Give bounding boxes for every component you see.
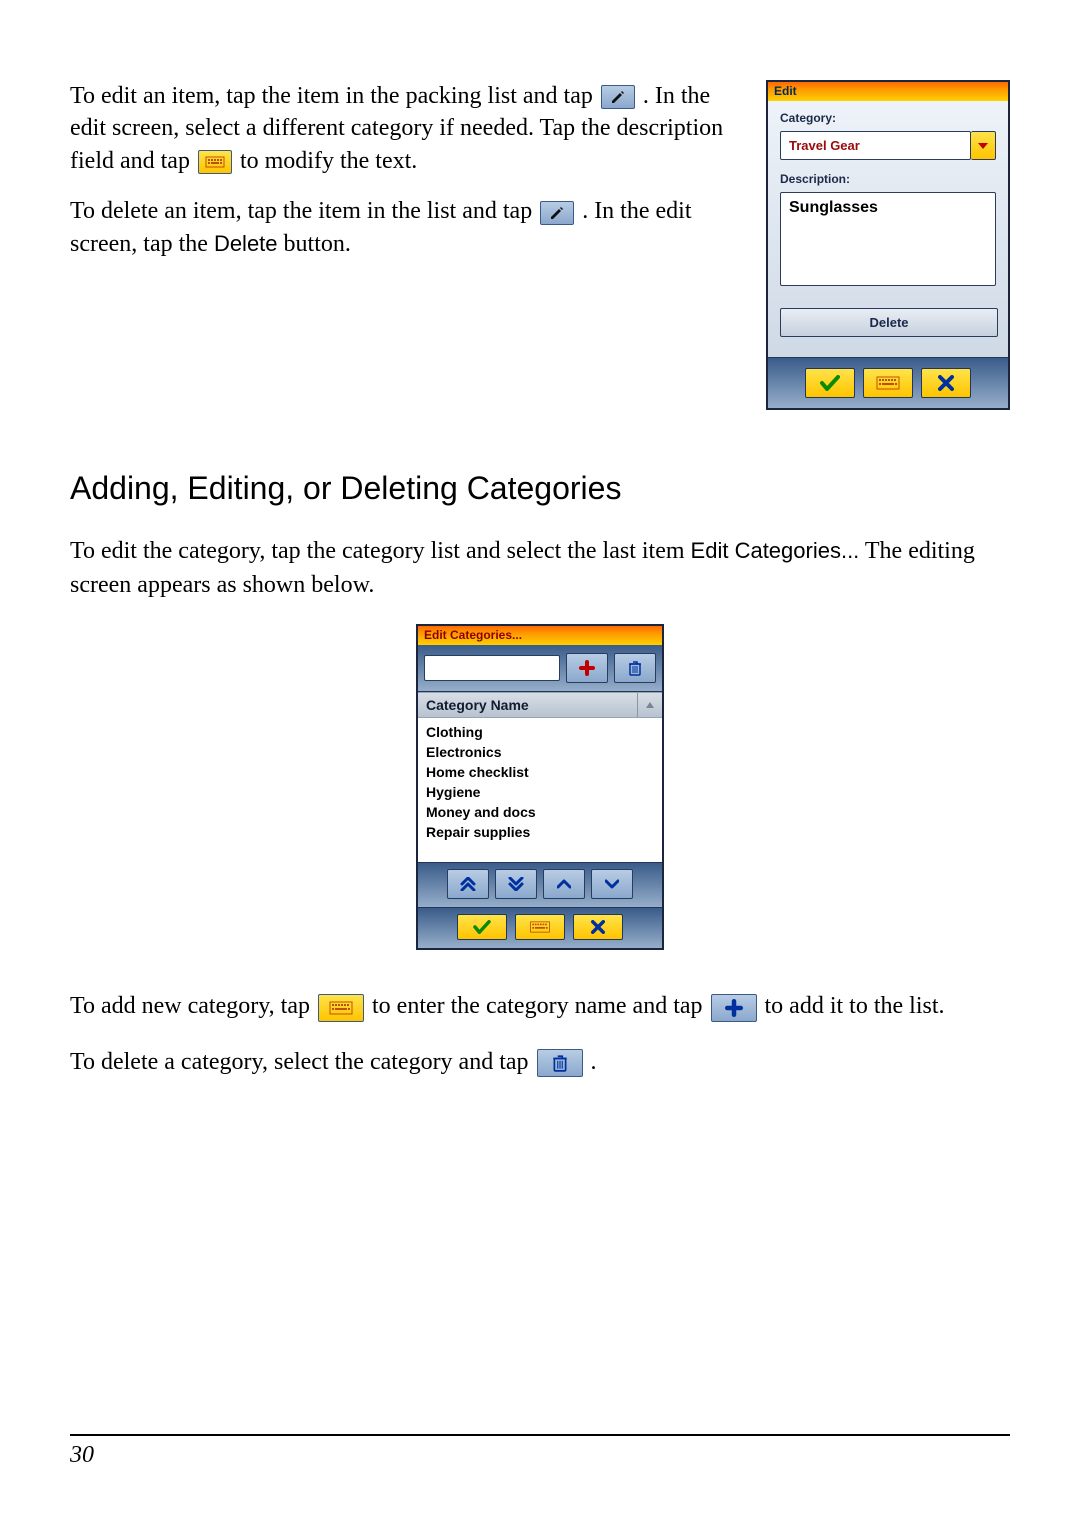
chevron-down-icon[interactable] xyxy=(971,131,996,160)
text: To edit the category, tap the category l… xyxy=(70,538,691,564)
text: To delete an item, tap the item in the l… xyxy=(70,198,538,224)
cancel-button[interactable] xyxy=(921,368,971,398)
window-title: Edit xyxy=(768,82,1008,101)
paragraph-add-category: To add new category, tap to enter the ca… xyxy=(70,990,1010,1024)
section-heading: Adding, Editing, or Deleting Categories xyxy=(70,470,1010,507)
add-button[interactable] xyxy=(566,653,608,683)
text: to modify the text. xyxy=(240,148,417,174)
trash-icon xyxy=(537,1049,583,1077)
list-item[interactable]: Electronics xyxy=(424,742,656,762)
page-footer: 30 xyxy=(70,1434,1010,1469)
trash-button[interactable] xyxy=(614,653,656,683)
text: To add new category, tap xyxy=(70,993,316,1019)
sort-asc-icon[interactable] xyxy=(637,693,662,717)
cancel-button[interactable] xyxy=(573,914,623,940)
list-item[interactable]: Hygiene xyxy=(424,782,656,802)
description-field[interactable]: Sunglasses xyxy=(780,192,996,286)
text: . xyxy=(591,1049,597,1075)
scroll-top-button[interactable] xyxy=(447,869,489,899)
plus-icon xyxy=(711,994,757,1022)
keyboard-icon xyxy=(318,994,364,1022)
text: To edit an item, tap the item in the pac… xyxy=(70,83,599,109)
text: To delete a category, select the categor… xyxy=(70,1049,535,1075)
scroll-up-button[interactable] xyxy=(543,869,585,899)
paragraph-edit-item: To edit an item, tap the item in the pac… xyxy=(70,80,736,177)
window-title: Edit Categories... xyxy=(418,626,662,645)
description-label: Description: xyxy=(780,172,996,186)
pencil-icon xyxy=(540,201,574,225)
edit-categories-screenshot: Edit Categories... Category Name Clothin… xyxy=(416,624,664,950)
category-value: Travel Gear xyxy=(780,131,971,160)
confirm-button[interactable] xyxy=(805,368,855,398)
edit-item-screenshot: Edit Category: Travel Gear Description: … xyxy=(766,80,1010,410)
paragraph-edit-category: To edit the category, tap the category l… xyxy=(70,535,1010,602)
category-name-input[interactable] xyxy=(424,655,560,681)
delete-label-ref: Delete xyxy=(214,231,278,256)
keyboard-button[interactable] xyxy=(515,914,565,940)
paragraph-delete-category: To delete a category, select the categor… xyxy=(70,1046,1010,1080)
scroll-down-button[interactable] xyxy=(591,869,633,899)
keyboard-icon xyxy=(198,150,232,174)
category-dropdown[interactable]: Travel Gear xyxy=(780,131,996,160)
text: to add it to the list. xyxy=(765,993,945,1019)
category-label: Category: xyxy=(780,111,996,125)
column-header[interactable]: Category Name xyxy=(418,693,637,717)
confirm-button[interactable] xyxy=(457,914,507,940)
list-item[interactable]: Home checklist xyxy=(424,762,656,782)
category-list[interactable]: Clothing Electronics Home checklist Hygi… xyxy=(418,718,662,862)
text: to enter the category name and tap xyxy=(372,993,709,1019)
pencil-icon xyxy=(601,85,635,109)
edit-categories-ref: Edit Categories... xyxy=(691,538,860,563)
list-item[interactable]: Clothing xyxy=(424,722,656,742)
delete-button[interactable]: Delete xyxy=(780,308,998,337)
keyboard-button[interactable] xyxy=(863,368,913,398)
paragraph-delete-item: To delete an item, tap the item in the l… xyxy=(70,195,736,260)
list-item[interactable]: Repair supplies xyxy=(424,822,656,842)
page-number: 30 xyxy=(70,1442,94,1468)
list-item[interactable]: Money and docs xyxy=(424,802,656,822)
scroll-bottom-button[interactable] xyxy=(495,869,537,899)
text: button. xyxy=(284,231,351,257)
